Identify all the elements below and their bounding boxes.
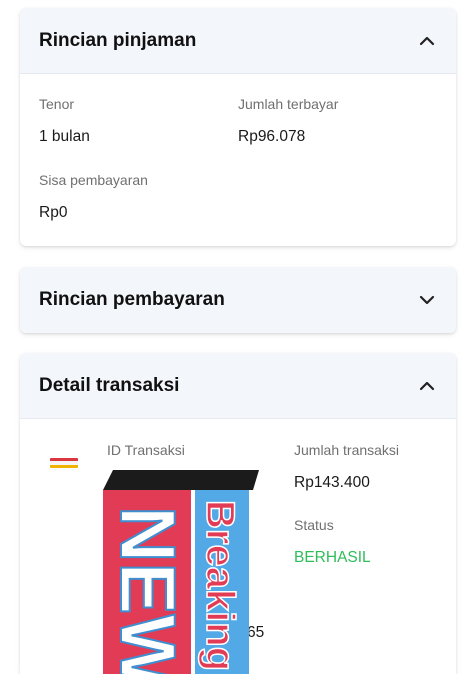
breaking-news-sticker: NEW Breaking <box>103 470 259 674</box>
sticker-new-text: NEW <box>104 506 192 674</box>
remaining-value: Rp0 <box>39 204 68 221</box>
tenor-value: 1 bulan <box>39 128 90 145</box>
transaction-amount-value: Rp143.400 <box>294 474 370 491</box>
payment-details-header[interactable]: Rincian pembayaran <box>20 267 456 333</box>
sticker-top-bar <box>103 470 259 490</box>
transaction-amount-label: Jumlah transaksi <box>294 442 400 458</box>
transaction-details-title: Detail transaksi <box>39 374 180 396</box>
paid-value: Rp96.078 <box>238 128 306 145</box>
payment-details-card: Rincian pembayaran <box>20 267 456 333</box>
chevron-up-icon[interactable] <box>418 377 436 395</box>
paid-label: Jumlah terbayar <box>238 96 339 112</box>
status-value: BERHASIL <box>294 549 371 566</box>
sticker-breaking-text: Breaking <box>198 500 242 671</box>
loan-details-header[interactable]: Rincian pinjaman <box>20 8 456 74</box>
payment-details-title: Rincian pembayaran <box>39 289 225 310</box>
tenor-label: Tenor <box>39 96 75 112</box>
chevron-up-icon[interactable] <box>418 32 436 50</box>
loan-details-card: Rincian pinjaman Tenor 1 bulan Jumlah te… <box>20 8 456 246</box>
transaction-id-label: ID Transaksi <box>107 442 185 458</box>
transaction-details-header[interactable]: Detail transaksi <box>20 353 456 419</box>
status-label: Status <box>294 517 334 533</box>
remaining-label: Sisa pembayaran <box>39 172 148 188</box>
merchant-logo-icon <box>50 458 78 468</box>
chevron-down-icon[interactable] <box>418 291 436 309</box>
loan-details-title: Rincian pinjaman <box>39 29 197 51</box>
